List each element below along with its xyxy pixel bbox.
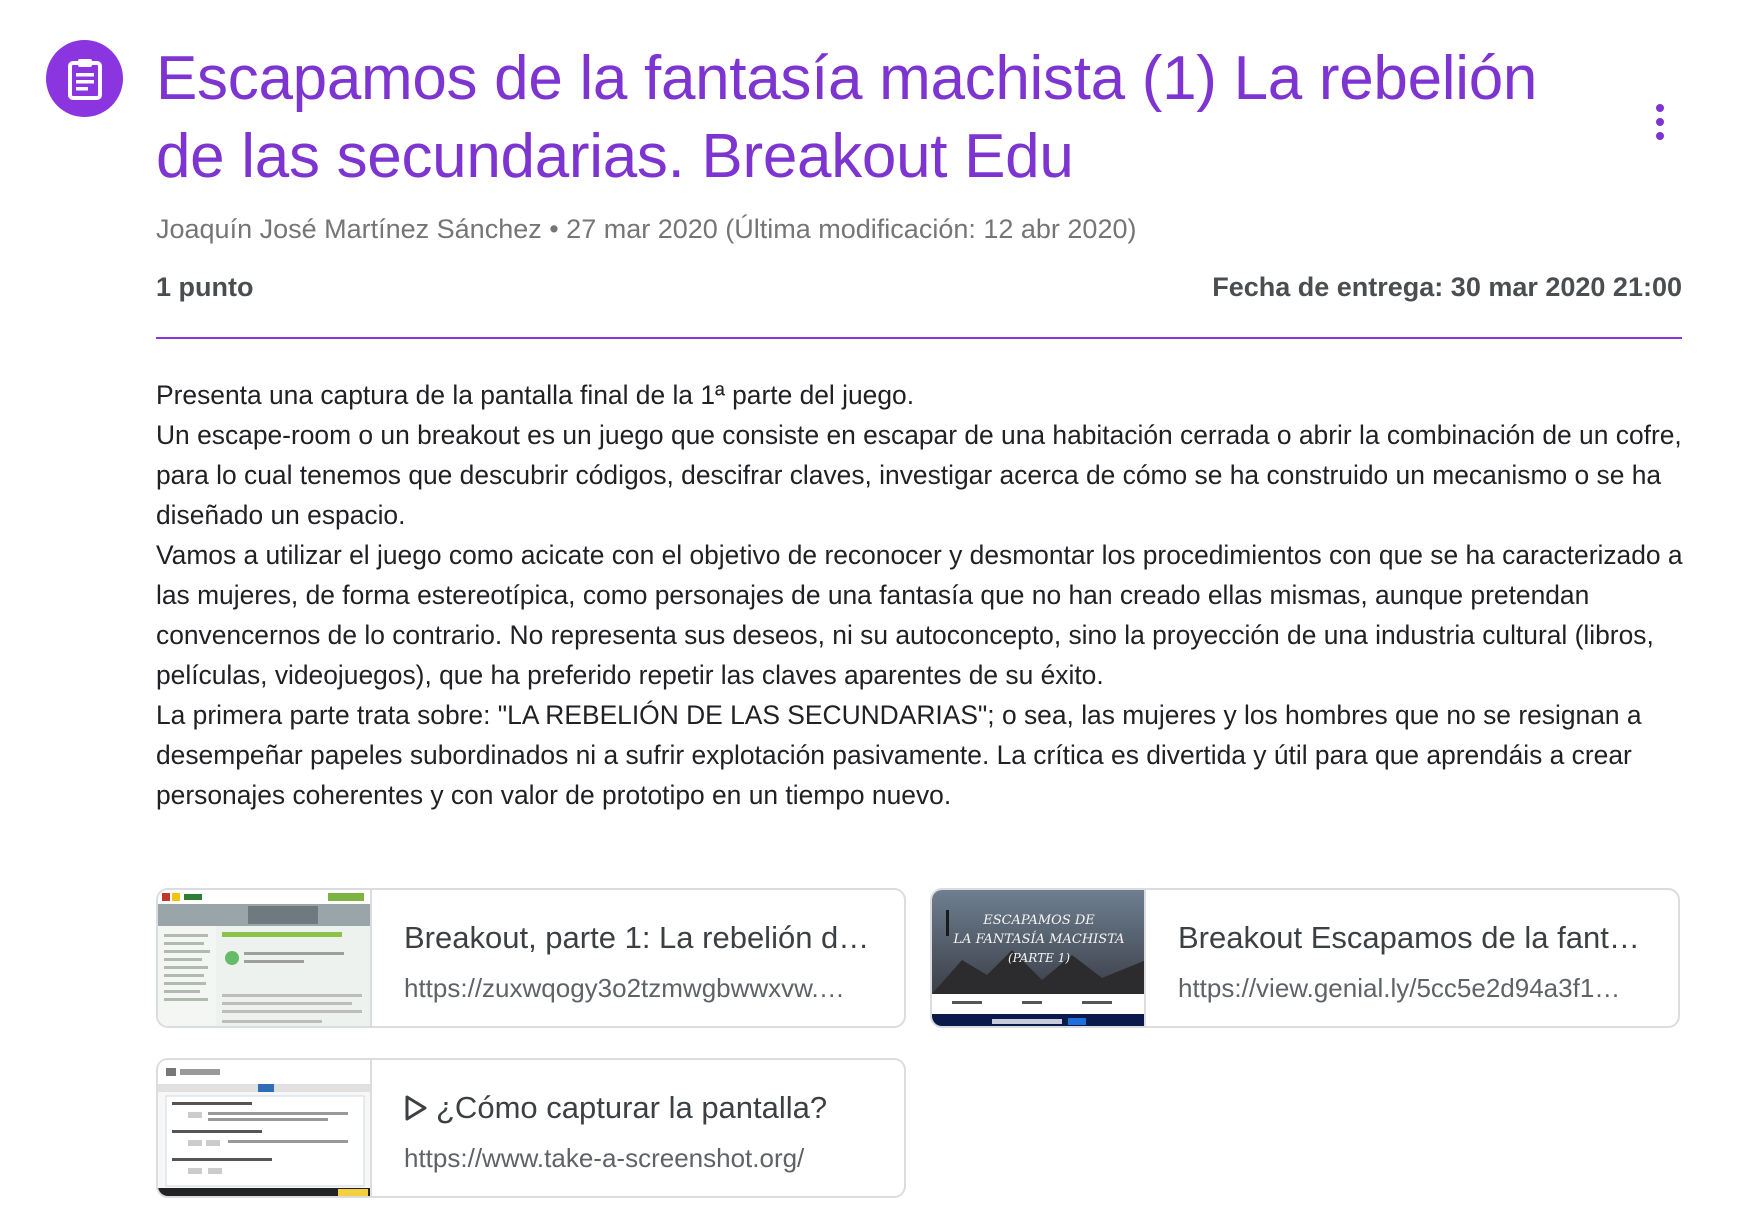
attachment-thumbnail: ESCAPAMOS DE LA FANTASÍA MACHISTA (PARTE… [932,890,1146,1026]
header-divider [156,337,1682,339]
description-paragraph: Un escape-room o un breakout es un juego… [156,420,1682,530]
svg-text:(PARTE 1): (PARTE 1) [1008,951,1070,965]
clipboard-icon [67,58,102,100]
assignment-meta: Joaquín José Martínez Sánchez • 27 mar 2… [156,214,1137,244]
attachment-title: ¿Cómo capturar la pantalla? [404,1088,874,1128]
take-a-screenshot-thumbnail [158,1060,370,1196]
assignment-icon [46,40,123,117]
more-vert-icon-dot [1656,132,1664,140]
cedec-site-thumbnail [158,890,370,1026]
attachment-title-text: ¿Cómo capturar la pantalla? [436,1090,828,1125]
attachment-card-1[interactable]: Breakout, parte 1: La rebelión de las se… [156,888,906,1028]
play-outline-icon [405,1095,427,1121]
assignment-points: 1 punto [156,272,254,302]
attachment-title: Breakout, parte 1: La rebelión de las se… [404,920,874,955]
svg-text:ESCAPAMOS DE: ESCAPAMOS DE [982,913,1095,928]
attachment-thumbnail [158,1060,372,1196]
attachment-card-2[interactable]: ESCAPAMOS DE LA FANTASÍA MACHISTA (PARTE… [930,888,1680,1028]
svg-text:LA FANTASÍA MACHISTA: LA FANTASÍA MACHISTA [952,931,1124,947]
assignment-page: Escapamos de la fantasía machista (1) La… [0,0,1762,1220]
attachment-card-3[interactable]: ¿Cómo capturar la pantalla? https://www.… [156,1058,906,1198]
attachment-url: https://view.genial.ly/5cc5e2d94a3f1c0f [1178,973,1628,1003]
more-vert-icon [1656,104,1664,112]
more-options-button[interactable] [1640,98,1680,146]
assignment-due-date: Fecha de entrega: 30 mar 2020 21:00 [1212,272,1682,302]
attachment-url: https://www.take-a-screenshot.org/ [404,1143,805,1173]
description-paragraph: Presenta una captura de la pantalla fina… [156,380,915,410]
assignment-description: Presenta una captura de la pantalla fina… [156,375,1686,815]
genially-cover-thumbnail: ESCAPAMOS DE LA FANTASÍA MACHISTA (PARTE… [932,890,1144,1026]
description-paragraph: Vamos a utilizar el juego como acicate c… [156,540,1683,690]
assignment-title: Escapamos de la fantasía machista (1) La… [156,44,1538,191]
attachment-thumbnail [158,890,372,1026]
attachment-url: https://zuxwqogy3o2tzmwgbwwxvw.on.drv.tw… [404,973,854,1003]
more-vert-icon-dot [1656,118,1664,126]
description-paragraph: La primera parte trata sobre: "LA REBELI… [156,700,1642,810]
attachment-title: Breakout Escapamos de la fantasía machis… [1178,920,1648,955]
